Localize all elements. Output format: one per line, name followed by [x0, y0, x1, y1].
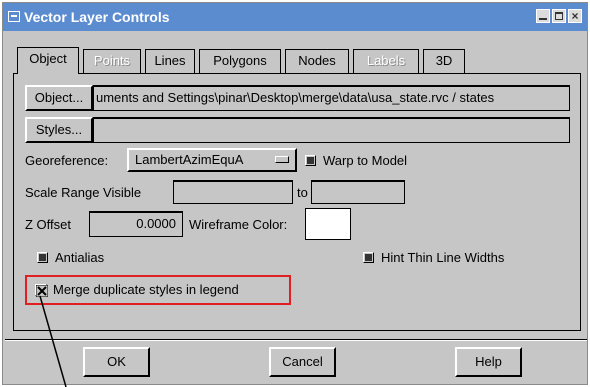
annotation-pointer: [39, 295, 67, 387]
tab-object[interactable]: Object: [17, 47, 79, 74]
